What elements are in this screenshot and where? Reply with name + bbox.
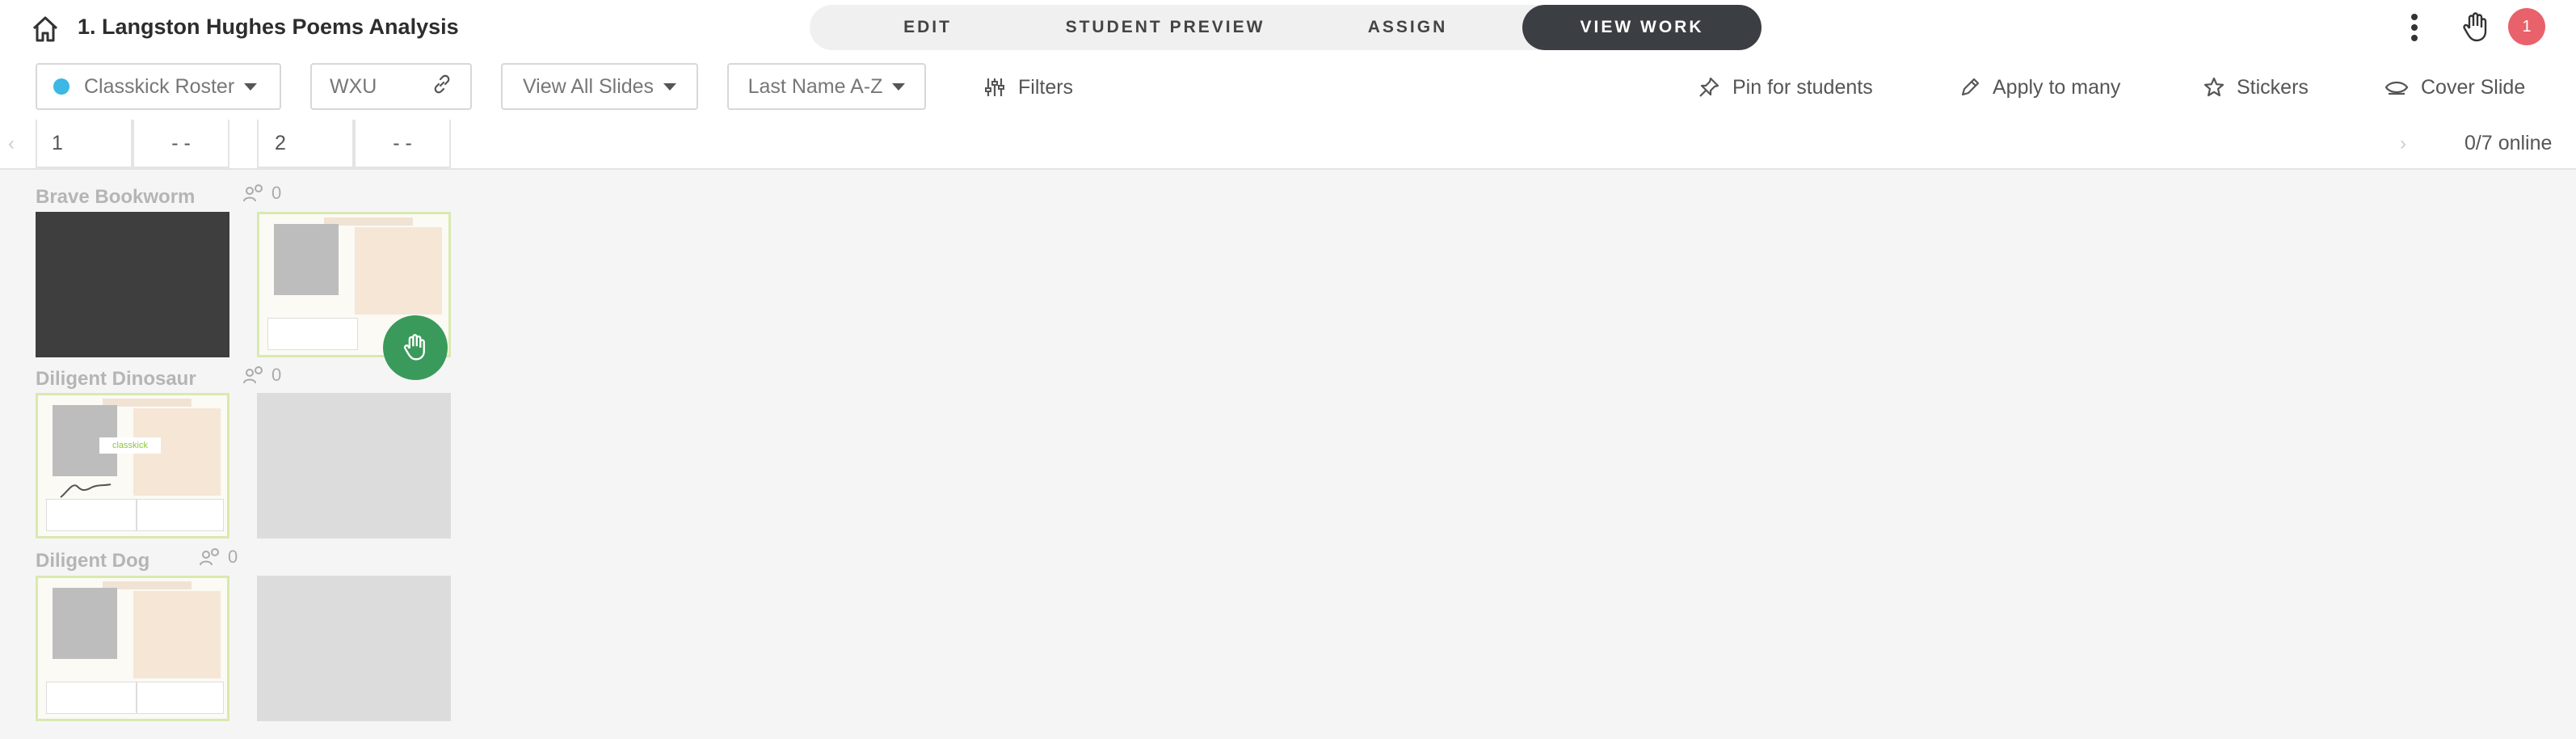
class-code: WXU bbox=[330, 74, 377, 98]
pin-icon bbox=[1699, 77, 1719, 97]
apply-label: Apply to many bbox=[1993, 75, 2121, 99]
filters-button[interactable]: Filters bbox=[983, 71, 1073, 103]
lesson-title: 1. Langston Hughes Poems Analysis bbox=[78, 15, 459, 39]
poem-text-panel bbox=[133, 591, 221, 678]
class-code-box[interactable]: WXU bbox=[310, 63, 472, 110]
classkick-logo: classkick bbox=[99, 437, 161, 454]
slide-header-row: ‹ 1 - - 2 - - › bbox=[0, 120, 2576, 170]
sort-label: Last Name A-Z bbox=[747, 74, 883, 98]
slides-filter-label: View All Slides bbox=[522, 74, 655, 98]
tab-assign[interactable]: ASSIGN bbox=[1351, 5, 1464, 50]
eye-cover-icon bbox=[2384, 81, 2409, 95]
students-help-icon bbox=[243, 184, 263, 202]
link-icon bbox=[431, 74, 452, 100]
stickers-button[interactable]: Stickers bbox=[2203, 71, 2309, 103]
stickers-label: Stickers bbox=[2237, 75, 2309, 99]
chevron-down-icon bbox=[892, 82, 906, 91]
answer-box bbox=[137, 682, 224, 714]
sliders-icon bbox=[985, 78, 1004, 96]
slide-1-score: - - bbox=[133, 120, 229, 168]
tab-view-work[interactable]: VIEW WORK bbox=[1522, 5, 1762, 50]
slide-2-score: - - bbox=[354, 120, 451, 168]
help-count: 0 bbox=[242, 365, 281, 386]
roster-label: Classkick Roster bbox=[84, 74, 235, 98]
filters-label: Filters bbox=[1018, 75, 1074, 99]
sort-select[interactable]: Last Name A-Z bbox=[727, 63, 926, 110]
answer-box bbox=[46, 682, 137, 714]
more-options-icon[interactable] bbox=[2398, 10, 2431, 45]
slide-1-number[interactable]: 1 bbox=[36, 120, 133, 168]
help-count: 0 bbox=[242, 183, 281, 204]
students-help-icon bbox=[243, 366, 263, 384]
student-drawing-stroke bbox=[60, 484, 112, 498]
students-help-icon bbox=[200, 548, 219, 566]
online-status: 0/7 online bbox=[2464, 132, 2553, 154]
help-count-value: 0 bbox=[271, 183, 282, 203]
student-name: Diligent Dog bbox=[36, 550, 150, 572]
portrait-image bbox=[53, 588, 117, 659]
poem-text-panel bbox=[355, 227, 442, 315]
slides-filter-select[interactable]: View All Slides bbox=[501, 63, 698, 110]
slide-2-number[interactable]: 2 bbox=[257, 120, 354, 168]
help-count-value: 0 bbox=[228, 547, 238, 567]
student-slide-thumbnail-empty[interactable] bbox=[257, 576, 451, 721]
roster-color-dot bbox=[53, 78, 69, 95]
raised-hand-button[interactable] bbox=[383, 315, 448, 380]
pin-for-students-button[interactable]: Pin for students bbox=[1697, 71, 1873, 103]
portrait-image bbox=[274, 224, 339, 295]
mode-tabs: EDIT STUDENT PREVIEW ASSIGN VIEW WORK bbox=[810, 5, 1762, 50]
tab-edit[interactable]: EDIT bbox=[876, 5, 979, 50]
pin-label: Pin for students bbox=[1732, 75, 1873, 99]
star-icon bbox=[2203, 77, 2225, 97]
home-icon[interactable] bbox=[27, 11, 63, 47]
tab-student-preview[interactable]: STUDENT PREVIEW bbox=[1044, 5, 1286, 50]
toolbar: Classkick Roster WXU View All Slides Las… bbox=[0, 55, 2576, 120]
answer-box bbox=[267, 318, 358, 350]
pencil-icon bbox=[1961, 78, 1980, 96]
roster-select[interactable]: Classkick Roster bbox=[36, 63, 281, 110]
student-name: Brave Bookworm bbox=[36, 186, 196, 208]
answer-box bbox=[46, 499, 137, 531]
raised-hand-icon[interactable] bbox=[2456, 8, 2495, 47]
student-slide-thumbnail[interactable] bbox=[36, 576, 229, 721]
cover-slide-button[interactable]: Cover Slide bbox=[2384, 71, 2525, 103]
notification-badge[interactable]: 1 bbox=[2508, 8, 2545, 45]
chevron-down-icon bbox=[244, 82, 258, 91]
student-slide-thumbnail-empty[interactable] bbox=[257, 393, 451, 538]
student-name: Diligent Dinosaur bbox=[36, 368, 196, 390]
student-grid: Brave Bookworm 0 Diligent Dinosaur 0 cla… bbox=[0, 170, 2576, 739]
cover-label: Cover Slide bbox=[2421, 75, 2526, 99]
apply-to-many-button[interactable]: Apply to many bbox=[1959, 71, 2120, 103]
top-bar: 1. Langston Hughes Poems Analysis EDIT S… bbox=[0, 0, 2576, 55]
chevron-down-icon bbox=[663, 82, 677, 91]
scroll-left-icon[interactable]: ‹ bbox=[8, 133, 15, 155]
scroll-right-icon[interactable]: › bbox=[2400, 133, 2406, 155]
help-count: 0 bbox=[199, 547, 238, 568]
student-slide-thumbnail[interactable] bbox=[36, 212, 229, 357]
help-count-value: 0 bbox=[271, 365, 282, 385]
student-slide-thumbnail[interactable]: classkick bbox=[36, 393, 229, 538]
answer-box bbox=[137, 499, 224, 531]
